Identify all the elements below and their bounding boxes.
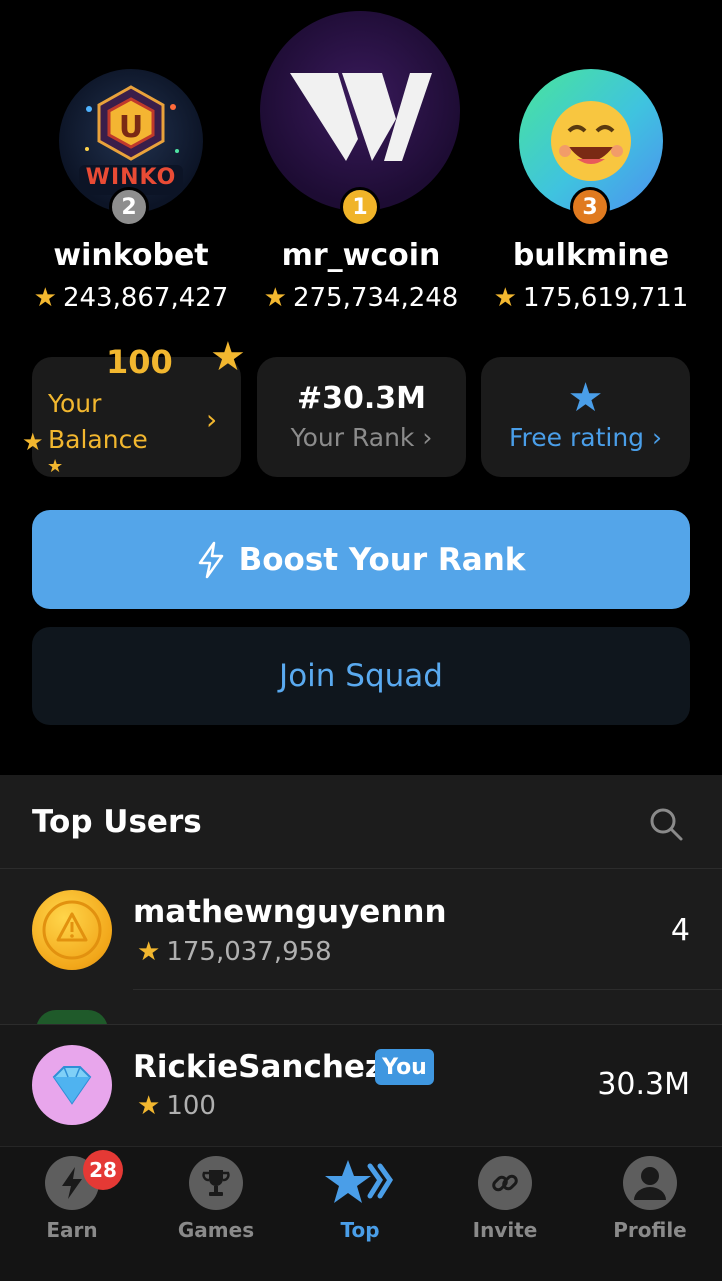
star-icon: ★ — [137, 937, 161, 967]
star-icon: ★ — [137, 1091, 161, 1121]
lightning-icon — [198, 541, 223, 578]
join-squad-label: Join Squad — [279, 658, 443, 694]
chevron-right-icon: › — [422, 423, 433, 452]
boost-rank-button[interactable]: Boost Your Rank — [32, 510, 690, 609]
you-badge: You — [375, 1049, 434, 1085]
boost-rank-label: Boost Your Rank — [238, 541, 526, 578]
podium-name-1: mr_wcoin — [281, 238, 441, 273]
warning-triangle-icon — [42, 900, 102, 960]
rank-label: Your Rank — [290, 423, 415, 452]
w-logo-icon — [290, 73, 432, 161]
list-item-score: ★ 175,037,958 — [137, 937, 332, 967]
podium-score-2: ★ 243,867,427 — [33, 283, 229, 313]
chevron-right-icon: › — [206, 403, 218, 436]
rank-badge-1: 1 — [340, 187, 380, 227]
person-icon — [623, 1156, 677, 1210]
free-rating-label-row: Free rating › — [481, 423, 690, 452]
nav-top-label: Top — [340, 1218, 380, 1242]
blue-star-icon: ★ — [567, 375, 604, 421]
nav-profile-label: Profile — [613, 1218, 687, 1242]
nav-invite-label: Invite — [472, 1218, 538, 1242]
current-user-name: RickieSanchez — [133, 1049, 383, 1085]
link-icon — [478, 1156, 532, 1210]
earn-notification-badge: 28 — [83, 1150, 123, 1190]
podium-name-2: winkobet — [53, 238, 209, 273]
svg-text:U: U — [119, 110, 143, 145]
chevron-right-icon: › — [652, 423, 662, 452]
top-users-title: Top Users — [32, 804, 202, 840]
podium-name-3: bulkmine — [512, 238, 670, 273]
nav-games-label: Games — [177, 1218, 255, 1242]
list-item-name: mathewnguyennn — [133, 894, 447, 930]
star-icon: ★ — [263, 283, 287, 313]
rank-card[interactable]: #30.3M Your Rank › — [257, 357, 466, 477]
trophy-icon — [189, 1156, 243, 1210]
balance-label-line2: Balance — [48, 425, 148, 454]
nav-earn-label: Earn — [46, 1218, 98, 1242]
avatar-coin — [32, 890, 112, 970]
current-user-row[interactable]: RickieSanchez ★ 100 30.3M — [0, 1024, 722, 1147]
nav-games[interactable]: Games — [144, 1152, 288, 1242]
balance-value: 100 — [106, 343, 173, 381]
podium-score-3: ★ 175,619,711 — [493, 283, 689, 313]
divider — [133, 989, 722, 990]
current-user-rank: 30.3M — [597, 1067, 690, 1102]
star-icon: ★ — [493, 283, 517, 313]
rank-value: #30.3M — [296, 381, 426, 416]
podium-score-1: ★ 275,734,248 — [263, 283, 459, 313]
search-icon[interactable] — [648, 806, 684, 842]
sparkle-star-icon: ★ — [47, 456, 64, 477]
free-rating-label: Free rating — [508, 423, 645, 452]
diamond-icon — [52, 1066, 92, 1105]
rank-badge-2: 2 — [109, 187, 149, 227]
star-icon: ★ — [33, 283, 57, 313]
list-item[interactable]: mathewnguyennn ★ 175,037,958 4 — [0, 869, 722, 989]
avatar-mr-wcoin[interactable] — [260, 11, 460, 211]
sparkle-star-icon: ★ — [210, 334, 246, 380]
free-rating-card[interactable]: ★ Free rating › — [481, 357, 690, 477]
list-item-rank: 4 — [670, 913, 690, 948]
nav-invite[interactable]: Invite — [433, 1152, 577, 1242]
nav-top[interactable]: Top — [288, 1152, 432, 1242]
rank-label-row: Your Rank › — [257, 423, 466, 452]
star-icon — [320, 1156, 400, 1210]
current-user-avatar — [32, 1045, 112, 1125]
balance-label-line1: Your — [48, 389, 102, 418]
rank-badge-3: 3 — [570, 187, 610, 227]
nav-profile[interactable]: Profile — [578, 1152, 722, 1242]
current-user-score: ★ 100 — [137, 1091, 216, 1121]
join-squad-button[interactable]: Join Squad — [32, 627, 690, 725]
sparkle-star-icon: ★ — [22, 428, 44, 456]
